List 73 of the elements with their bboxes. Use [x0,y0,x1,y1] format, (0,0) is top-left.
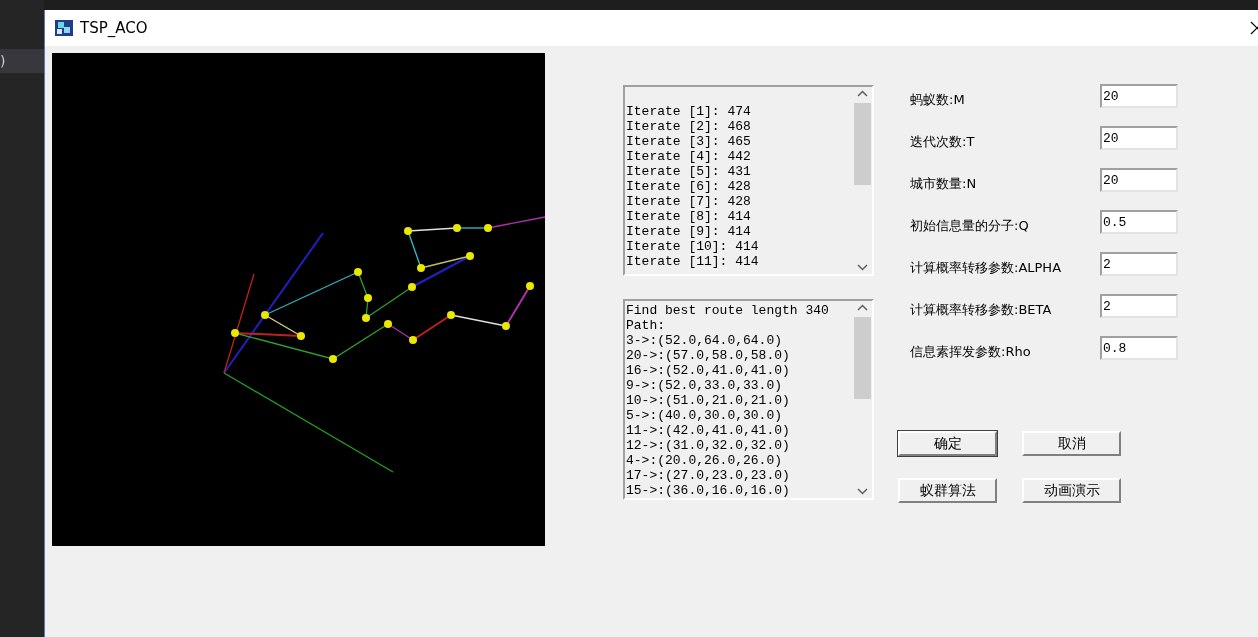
window-title: TSP_ACO [80,19,149,37]
dialog-button[interactable]: 确定 [898,431,997,456]
parameter-label: 迭代次数:T [909,133,975,151]
parameter-input[interactable]: 0.5 [1100,210,1178,234]
log-line: Iterate [9]: 414 [626,224,752,239]
log-line: Find best route length 340 [626,303,830,318]
log-line: Iterate [8]: 414 [626,209,752,224]
log-line: Iterate [4]: 442 [626,149,752,164]
scrollbar-thumb[interactable] [854,317,871,399]
log-line: Iterate [10]: 414 [626,239,760,254]
parameter-input[interactable]: 2 [1100,294,1178,318]
log-line: Iterate [7]: 428 [626,194,752,209]
log-line: Path: [626,318,666,333]
log-line: 3->:(52.0,64.0,64.0) [626,333,784,348]
city-marker [297,332,305,340]
log-line: 5->:(40.0,30.0,30.0) [626,408,784,423]
app-icon [54,19,74,37]
city-marker [466,252,474,260]
city-marker [362,314,370,322]
scrollbar-thumb[interactable] [854,103,871,185]
scroll-down-icon[interactable] [857,264,868,271]
parameter-label: 蚂蚁数:M [909,91,965,109]
log-line: 9->:(52.0,33.0,33.0) [626,378,784,393]
log-line: 4->:(20.0,26.0,26.0) [626,453,784,468]
code-fragment: ) [0,53,6,69]
scroll-down-icon[interactable] [857,488,868,495]
text-area[interactable]: Iterate [1]: 474 Iterate [2]: 468 Iterate [3]: 465 Iterate [4]: 442 Iterate [5]: 431 Iterate [6]: 428 Iterate [7]: 428 Iterate [8]: 414 Iterate [9]: 414 Iterate [10]: 414 Iterate [11]: 414 [623,85,874,276]
city-marker [447,311,455,319]
parameter-label: 计算概率转移参数:ALPHA [909,259,1062,277]
city-marker [329,355,337,363]
log-line: Iterate [3]: 465 [626,134,752,149]
log-line: 10->:(51.0,21.0,21.0) [626,393,791,408]
city-marker [417,264,425,272]
parameter-input[interactable]: 20 [1100,126,1178,150]
city-marker [384,320,392,328]
parameter-label: 信息素挥发参数:Rho [909,343,1031,361]
parameter-label: 计算概率转移参数:BETA [909,301,1052,319]
parameter-input[interactable]: 2 [1100,252,1178,276]
log-line: 16->:(52.0,41.0,41.0) [626,363,791,378]
dialog-button[interactable]: 动画演示 [1022,478,1121,503]
city-marker [502,322,510,330]
city-marker [408,283,416,291]
parameter-label: 初始信息量的分子:Q [909,217,1029,235]
dialog-button[interactable]: 蚁群算法 [898,478,997,503]
text-area[interactable] [623,299,874,500]
city-marker [453,224,461,232]
log-line: Iterate [2]: 468 [626,119,752,134]
parameter-input[interactable]: 20 [1100,168,1178,192]
log-line: 15->:(36.0,16.0,16.0) [626,483,791,498]
log-line: 17->:(27.0,23.0,23.0) [626,468,791,483]
city-marker [261,311,269,319]
scroll-up-icon[interactable] [857,304,868,311]
city-marker [364,294,372,302]
scrollbar[interactable] [853,87,872,274]
log-line: 11->:(42.0,41.0,41.0) [626,423,791,438]
scroll-up-icon[interactable] [857,90,868,97]
city-marker [526,282,534,290]
scrollbar[interactable] [853,301,872,498]
log-line: Iterate [6]: 428 [626,179,752,194]
city-marker [354,268,362,276]
parameter-label: 城市数量:N [909,175,977,193]
parameter-input[interactable]: 0.8 [1100,336,1178,360]
city-marker [484,224,492,232]
log-line: 20->:(57.0,58.0,58.0) [626,348,791,363]
city-marker [409,336,417,344]
log-line: Iterate [1]: 474 [626,104,752,119]
city-marker [231,329,239,337]
log-line: Iterate [5]: 431 [626,164,752,179]
log-line: Iterate [11]: 414 [626,254,760,269]
city-marker [404,227,412,235]
dialog-button[interactable]: 取消 [1022,431,1121,456]
parameter-input[interactable]: 20 [1100,84,1178,108]
log-line: 12->:(31.0,32.0,32.0) [626,438,791,453]
